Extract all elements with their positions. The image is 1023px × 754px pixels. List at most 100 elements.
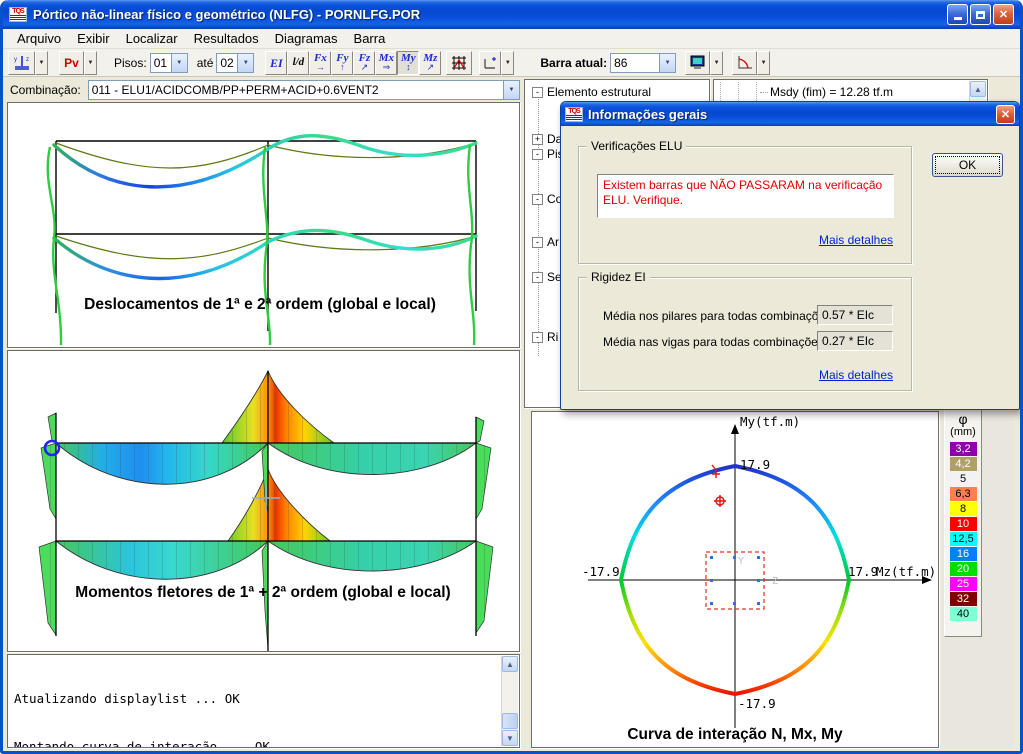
frame-3d-icon (450, 54, 468, 72)
dialog-close-button[interactable]: ✕ (996, 105, 1015, 124)
frame-3d-button[interactable] (446, 51, 472, 75)
phi-entry[interactable]: 25 (950, 577, 977, 591)
rigidez-pilares-value: 0.57 * EIc (817, 305, 893, 325)
dialog-title-bar: TQS Informações gerais ✕ (561, 102, 1019, 126)
phi-entry[interactable]: 10 (950, 517, 977, 531)
menu-diagramas[interactable]: Diagramas (267, 29, 346, 48)
menu-exibir[interactable]: Exibir (69, 29, 118, 48)
phi-entry[interactable]: 3,2 (950, 442, 977, 456)
monitor-icon (689, 55, 707, 71)
phi-entry[interactable]: 12,5 (950, 532, 977, 546)
scroll-down-icon[interactable]: ▼ (502, 730, 518, 746)
menu-localizar[interactable]: Localizar (118, 29, 186, 48)
menu-barra[interactable]: Barra (346, 29, 394, 48)
phi-entry[interactable]: 6,3 (950, 487, 977, 501)
section-y-axis-label: Y (738, 556, 744, 567)
tree-item-ar[interactable]: - Ar (532, 235, 559, 249)
maximize-icon (976, 11, 985, 19)
console-line: Montando curva de interação ... OK (14, 739, 517, 748)
barra-atual-select[interactable]: 86▼ (610, 53, 676, 73)
tree-item-pisos[interactable]: - Pis (532, 147, 564, 161)
pisos-from-select[interactable]: 01▼ (150, 53, 188, 73)
scroll-up-icon[interactable]: ▲ (502, 656, 518, 672)
fy-button[interactable]: Fy↑ (331, 51, 353, 75)
chevron-down-icon: ▼ (171, 54, 187, 72)
combination-label: Combinação: (10, 83, 81, 97)
tree-collapse-icon[interactable]: - (532, 87, 543, 98)
tree-collapse-icon[interactable]: - (532, 194, 543, 205)
combination-select[interactable]: 011 - ELU1/ACIDCOMB/PP+PERM+ACID+0.6VENT… (88, 80, 520, 100)
section-view-button[interactable]: yz (8, 51, 35, 75)
minimize-button[interactable] (947, 4, 968, 25)
menu-bar: Arquivo Exibir Localizar Resultados Diag… (3, 29, 1020, 49)
moments-canvas[interactable]: Momentos fletores de 1ª + 2ª ordem (glob… (7, 350, 520, 652)
result-item-msdy[interactable]: Msdy (fim) = 12.28 tf.m (760, 85, 893, 99)
tree-expand-icon[interactable]: + (532, 134, 543, 145)
scroll-thumb[interactable] (502, 713, 518, 729)
phi-entry[interactable]: 40 (950, 607, 977, 621)
maximize-button[interactable] (970, 4, 991, 25)
ei-button[interactable]: EI (265, 51, 287, 75)
tree-item-ri[interactable]: - Ri (532, 330, 558, 344)
pisos-to-select[interactable]: 02▼ (216, 53, 254, 73)
svg-text:y: y (14, 57, 17, 63)
group-rigidez-ei: Rigidez EI Média nos pilares para todas … (578, 277, 912, 391)
tree-item-se[interactable]: - Se (532, 270, 562, 284)
tree-collapse-icon[interactable]: - (532, 332, 543, 343)
pv-button[interactable]: Pv (59, 51, 84, 75)
phi-entry[interactable]: 16 (950, 547, 977, 561)
phi-entry[interactable]: 20 (950, 562, 977, 576)
tree-item-elemento-estrutural[interactable]: - Elemento estrutural (532, 85, 651, 99)
mz-button[interactable]: Mz↗ (419, 51, 441, 75)
menu-resultados[interactable]: Resultados (186, 29, 267, 48)
x-max-label: 17.9 (848, 564, 878, 579)
menu-arquivo[interactable]: Arquivo (9, 29, 69, 48)
interaction-curve-canvas[interactable]: Y Z My(tf.m) 17.9 -17.9 17.9 Mz(tf.m) -1… (531, 411, 939, 748)
tree-item-co[interactable]: - Co (532, 192, 562, 206)
interaction-curve-drawing: Y Z My(tf.m) 17.9 -17.9 17.9 Mz(tf.m) -1… (532, 412, 938, 747)
displacements-canvas[interactable]: Deslocamentos de 1ª e 2ª ordem (global e… (7, 102, 520, 348)
scroll-up-icon[interactable]: ▲ (970, 81, 986, 97)
screen-dropdown[interactable]: ▼ (710, 51, 723, 75)
close-icon: ✕ (1001, 108, 1010, 121)
y-max-label: 17.9 (740, 457, 770, 472)
rigidez-pilares-label: Média nos pilares para todas combinações… (603, 309, 834, 323)
moments-drawing: Momentos fletores de 1ª + 2ª ordem (glob… (8, 351, 519, 651)
console-scrollbar[interactable]: ▲ ▼ (501, 656, 518, 746)
chevron-down-icon: ▼ (659, 54, 675, 72)
phi-entry[interactable]: 8 (950, 502, 977, 516)
new-window-dropdown[interactable]: ▼ (501, 51, 514, 75)
corner-plus-icon (482, 55, 498, 71)
tree-collapse-icon[interactable]: - (532, 272, 543, 283)
phi-scale-strip: φ (mm) 3,2 4,2 5 6,3 8 10 12,5 16 20 25 … (944, 407, 982, 637)
curve-axes-icon (736, 55, 754, 71)
pv-dropdown[interactable]: ▼ (84, 51, 97, 75)
tree-item-dados[interactable]: + Da (532, 132, 562, 146)
fz-button[interactable]: Fz↗ (353, 51, 375, 75)
tree-collapse-icon[interactable]: - (532, 149, 543, 160)
minimize-icon (954, 17, 962, 20)
ok-button[interactable]: OK (932, 153, 1003, 177)
close-button[interactable]: ✕ (993, 4, 1014, 25)
rigidez-mais-detalhes-link[interactable]: Mais detalhes (819, 368, 893, 382)
ld-button[interactable]: l/d (287, 51, 309, 75)
phi-entry[interactable]: 32 (950, 592, 977, 606)
combination-row: Combinação: 011 - ELU1/ACIDCOMB/PP+PERM+… (7, 79, 520, 100)
screen-button[interactable] (685, 51, 710, 75)
interaction-curve-dropdown[interactable]: ▼ (757, 51, 770, 75)
elu-mais-detalhes-link[interactable]: Mais detalhes (819, 233, 893, 247)
interaction-curve-button[interactable] (732, 51, 757, 75)
my-button[interactable]: My↕ (397, 51, 419, 75)
phi-entry[interactable]: 4,2 (950, 457, 977, 471)
pv-icon: Pv (64, 57, 79, 69)
tqs-logo-icon: TQS (565, 107, 583, 122)
phi-entry[interactable]: 5 (950, 472, 977, 486)
tree-collapse-icon[interactable]: - (532, 237, 543, 248)
section-view-dropdown[interactable]: ▼ (35, 51, 48, 75)
rigidez-vigas-value: 0.27 * EIc (817, 331, 893, 351)
new-window-button[interactable] (479, 51, 501, 75)
fx-button[interactable]: Fx→ (309, 51, 331, 75)
elu-warning-box: Existem barras que NÃO PASSARAM na verif… (597, 174, 894, 218)
phi-scale-column: φ (mm) 3,2 4,2 5 6,3 8 10 12,5 16 20 25 … (941, 405, 1013, 748)
mx-button[interactable]: Mx⇒ (375, 51, 397, 75)
